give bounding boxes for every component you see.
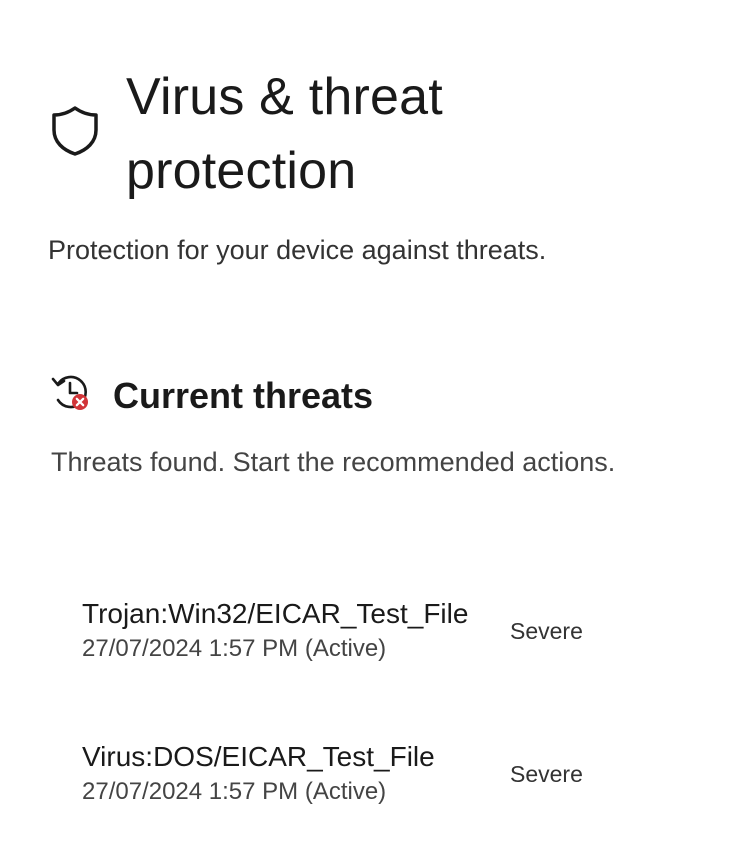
shield-icon: [52, 106, 98, 156]
page-title: Virus & threat protection: [126, 68, 443, 200]
threat-item[interactable]: Virus:DOS/EICAR_Test_File 27/07/2024 1:5…: [0, 738, 750, 838]
history-icon: [51, 375, 88, 410]
page-subtitle: Protection for your device against threa…: [48, 235, 547, 265]
threat-item[interactable]: Trojan:Win32/EICAR_Test_File 27/07/2024 …: [0, 595, 750, 695]
error-badge-icon: [72, 394, 88, 410]
page-header: Virus & threat protection Protection for…: [0, 0, 750, 265]
current-threats-section: Current threats Threats found. Start the…: [0, 360, 750, 840]
threat-timestamp: 27/07/2024 1:57 PM (Active): [82, 778, 387, 805]
threat-name: Virus:DOS/EICAR_Test_File: [82, 741, 435, 772]
threat-severity: Severe: [510, 618, 583, 644]
section-description: Threats found. Start the recommended act…: [51, 447, 616, 477]
threat-name: Trojan:Win32/EICAR_Test_File: [82, 598, 469, 629]
threat-severity: Severe: [510, 761, 583, 787]
section-title: Current threats: [113, 375, 374, 416]
threat-timestamp: 27/07/2024 1:57 PM (Active): [82, 635, 387, 662]
